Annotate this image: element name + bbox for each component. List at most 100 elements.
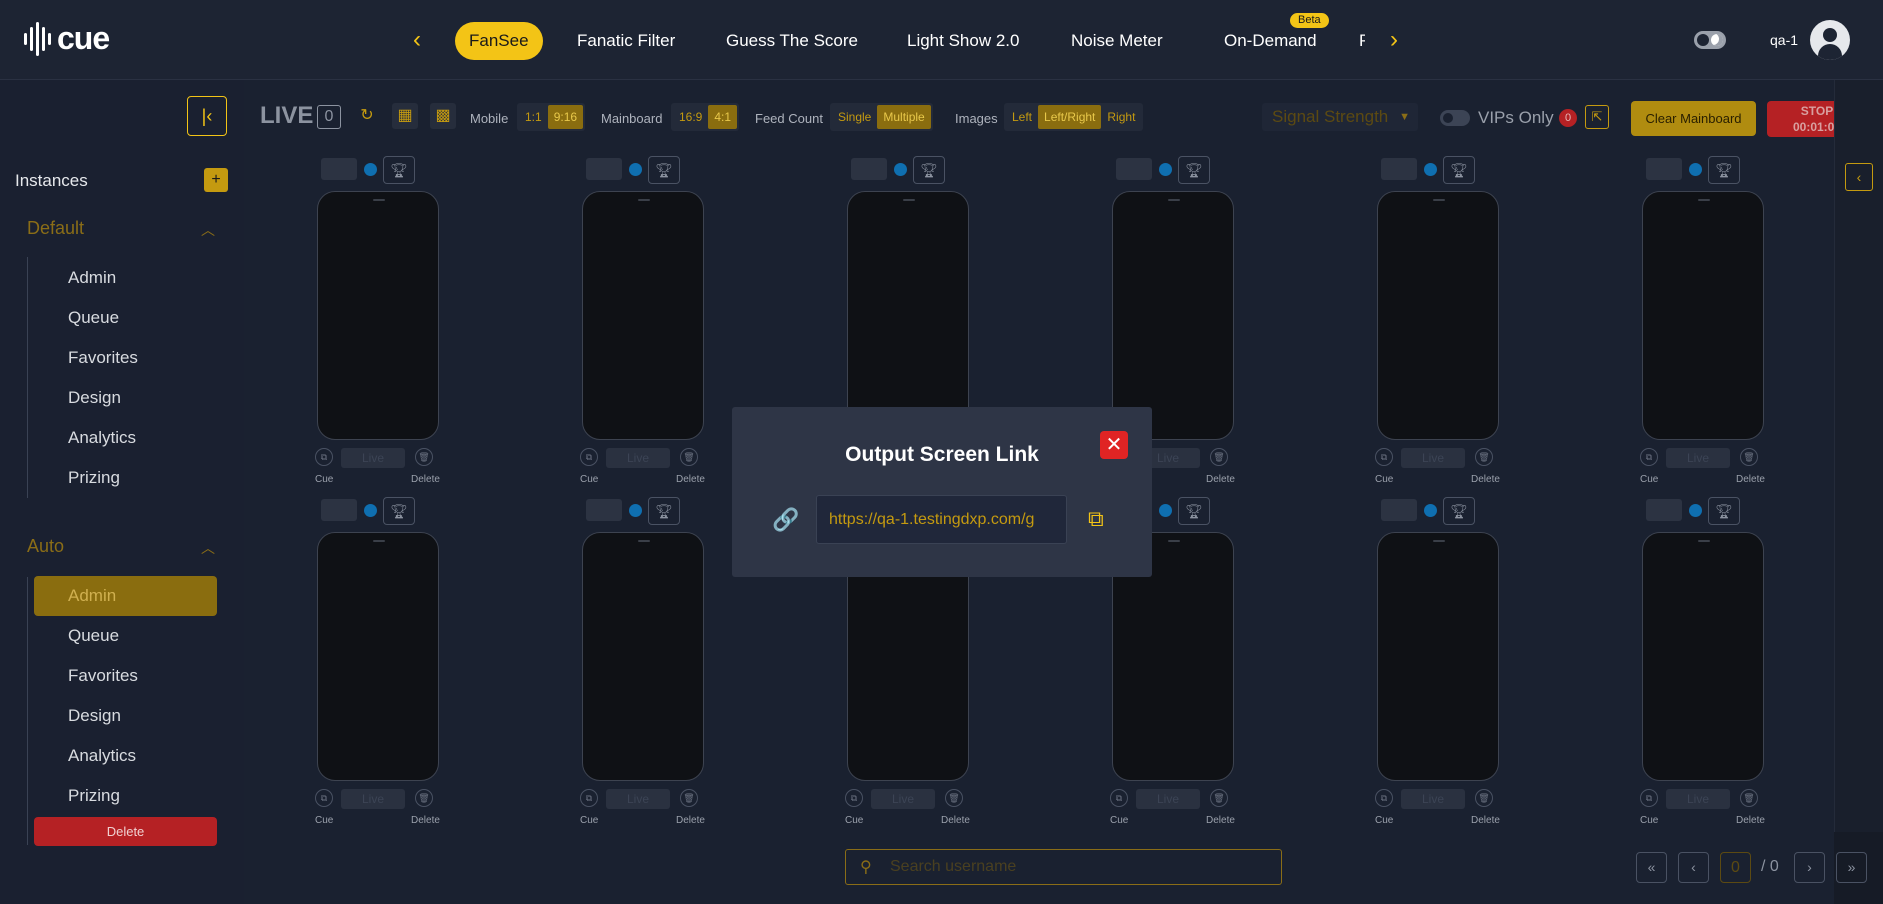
images-left-option[interactable]: Left [1006, 105, 1038, 129]
sidebar-item-queue[interactable]: Queue [34, 298, 217, 338]
collapse-sidebar-button[interactable]: |‹ [187, 96, 227, 136]
cue-icon[interactable]: ⧉ [1640, 448, 1658, 466]
trash-icon[interactable]: 🗑︎ [680, 448, 698, 466]
tile-select-box[interactable] [321, 158, 357, 180]
phone-preview[interactable] [1642, 191, 1764, 440]
sidebar-item-design[interactable]: Design [34, 696, 217, 736]
trophy-icon[interactable]: 🏆︎ [1708, 156, 1740, 184]
close-modal-button[interactable]: ✕ [1100, 431, 1128, 459]
sidebar-item-analytics[interactable]: Analytics [34, 418, 217, 458]
images-right-option[interactable]: Right [1101, 105, 1141, 129]
trophy-icon[interactable]: 🏆︎ [383, 497, 415, 525]
trash-icon[interactable]: 🗑︎ [1740, 789, 1758, 807]
trophy-icon[interactable]: 🏆︎ [648, 156, 680, 184]
live-button[interactable]: Live [1136, 789, 1200, 809]
sidebar-item-design[interactable]: Design [34, 378, 217, 418]
cue-icon[interactable]: ⧉ [580, 789, 598, 807]
qr-grid-icon[interactable]: ▦ [392, 103, 418, 129]
live-button[interactable]: Live [1666, 789, 1730, 809]
avatar[interactable] [1810, 20, 1850, 60]
signal-strength-select[interactable]: Signal Strength ▼ [1262, 103, 1418, 131]
trash-icon[interactable]: 🗑︎ [1210, 448, 1228, 466]
live-button[interactable]: Live [606, 448, 670, 468]
tile-select-box[interactable] [1646, 158, 1682, 180]
chevron-up-icon[interactable]: ︿ [201, 220, 215, 240]
cue-icon[interactable]: ⧉ [315, 448, 333, 466]
last-page-button[interactable]: » [1836, 852, 1867, 883]
cue-icon[interactable]: ⧉ [1375, 448, 1393, 466]
tab-truncated[interactable]: P [1345, 22, 1365, 60]
live-button[interactable]: Live [1666, 448, 1730, 468]
logo[interactable]: cue [24, 20, 110, 57]
tabs-next-button[interactable]: › [1384, 26, 1404, 54]
trash-icon[interactable]: 🗑︎ [680, 789, 698, 807]
sidebar-item-prizing[interactable]: Prizing [34, 458, 217, 498]
mobile-1-1-option[interactable]: 1:1 [519, 105, 548, 129]
output-url-field[interactable]: https://qa-1.testingdxp.com/g [816, 495, 1067, 544]
sidebar-item-admin-active[interactable]: Admin [34, 576, 217, 616]
clear-mainboard-button[interactable]: Clear Mainboard [1631, 101, 1756, 136]
images-left-right-option[interactable]: Left/Right [1038, 105, 1102, 129]
phone-preview[interactable] [1377, 191, 1499, 440]
trash-icon[interactable]: 🗑︎ [1475, 789, 1493, 807]
trophy-icon[interactable]: 🏆︎ [913, 156, 945, 184]
tab-noise-meter[interactable]: Noise Meter [1057, 22, 1177, 60]
cue-icon[interactable]: ⧉ [1640, 789, 1658, 807]
live-button[interactable]: Live [341, 448, 405, 468]
sidebar-item-favorites[interactable]: Favorites [34, 338, 217, 378]
feed-multiple-option[interactable]: Multiple [877, 105, 931, 129]
copy-icon[interactable]: ⧉ [1088, 506, 1104, 532]
cue-icon[interactable]: ⧉ [1375, 789, 1393, 807]
prev-page-button[interactable]: ‹ [1678, 852, 1709, 883]
theme-toggle[interactable] [1694, 31, 1726, 49]
mainboard-16-9-option[interactable]: 16:9 [673, 105, 708, 129]
group-title-auto[interactable]: Auto [27, 536, 64, 557]
group-title-default[interactable]: Default [27, 218, 84, 239]
trash-icon[interactable]: 🗑︎ [1210, 789, 1228, 807]
live-button[interactable]: Live [341, 789, 405, 809]
phone-preview[interactable] [582, 191, 704, 440]
tile-select-box[interactable] [321, 499, 357, 521]
first-page-button[interactable]: « [1636, 852, 1667, 883]
tile-select-box[interactable] [586, 158, 622, 180]
tile-select-box[interactable] [1646, 499, 1682, 521]
chevron-up-icon[interactable]: ︿ [201, 538, 215, 558]
tile-select-box[interactable] [851, 158, 887, 180]
cue-icon[interactable]: ⧉ [580, 448, 598, 466]
trophy-icon[interactable]: 🏆︎ [1443, 156, 1475, 184]
next-page-button[interactable]: › [1794, 852, 1825, 883]
trophy-icon[interactable]: 🏆︎ [1443, 497, 1475, 525]
trash-icon[interactable]: 🗑︎ [1740, 448, 1758, 466]
tab-fansee[interactable]: FanSee [455, 22, 543, 60]
trophy-icon[interactable]: 🏆︎ [648, 497, 680, 525]
live-button[interactable]: Live [1401, 789, 1465, 809]
trash-icon[interactable]: 🗑︎ [415, 789, 433, 807]
phone-preview[interactable] [1642, 532, 1764, 781]
tile-select-box[interactable] [1381, 499, 1417, 521]
cue-icon[interactable]: ⧉ [1110, 789, 1128, 807]
delete-instance-button[interactable]: Delete [34, 817, 217, 846]
qr-grid-alt-icon[interactable]: ▩ [430, 103, 456, 129]
live-button[interactable]: Live [1401, 448, 1465, 468]
expand-right-panel-button[interactable]: ‹ [1845, 163, 1873, 191]
trophy-icon[interactable]: 🏆︎ [1708, 497, 1740, 525]
feed-single-option[interactable]: Single [832, 105, 877, 129]
trash-icon[interactable]: 🗑︎ [1475, 448, 1493, 466]
live-button[interactable]: Live [606, 789, 670, 809]
sidebar-item-prizing[interactable]: Prizing [34, 776, 217, 816]
sidebar-item-queue[interactable]: Queue [34, 616, 217, 656]
sidebar-item-admin[interactable]: Admin [34, 258, 217, 298]
trash-icon[interactable]: 🗑︎ [415, 448, 433, 466]
trash-icon[interactable]: 🗑︎ [945, 789, 963, 807]
trophy-icon[interactable]: 🏆︎ [1178, 156, 1210, 184]
external-link-button[interactable]: ⇱ [1585, 105, 1609, 129]
phone-preview[interactable] [317, 191, 439, 440]
add-instance-button[interactable]: + [204, 168, 228, 192]
tile-select-box[interactable] [586, 499, 622, 521]
tab-guess-the-score[interactable]: Guess The Score [712, 22, 872, 60]
tabs-prev-button[interactable]: ‹ [407, 26, 427, 54]
tile-select-box[interactable] [1116, 158, 1152, 180]
mobile-9-16-option[interactable]: 9:16 [547, 105, 584, 129]
tab-light-show[interactable]: Light Show 2.0 [893, 22, 1033, 60]
vip-toggle[interactable] [1440, 110, 1470, 126]
